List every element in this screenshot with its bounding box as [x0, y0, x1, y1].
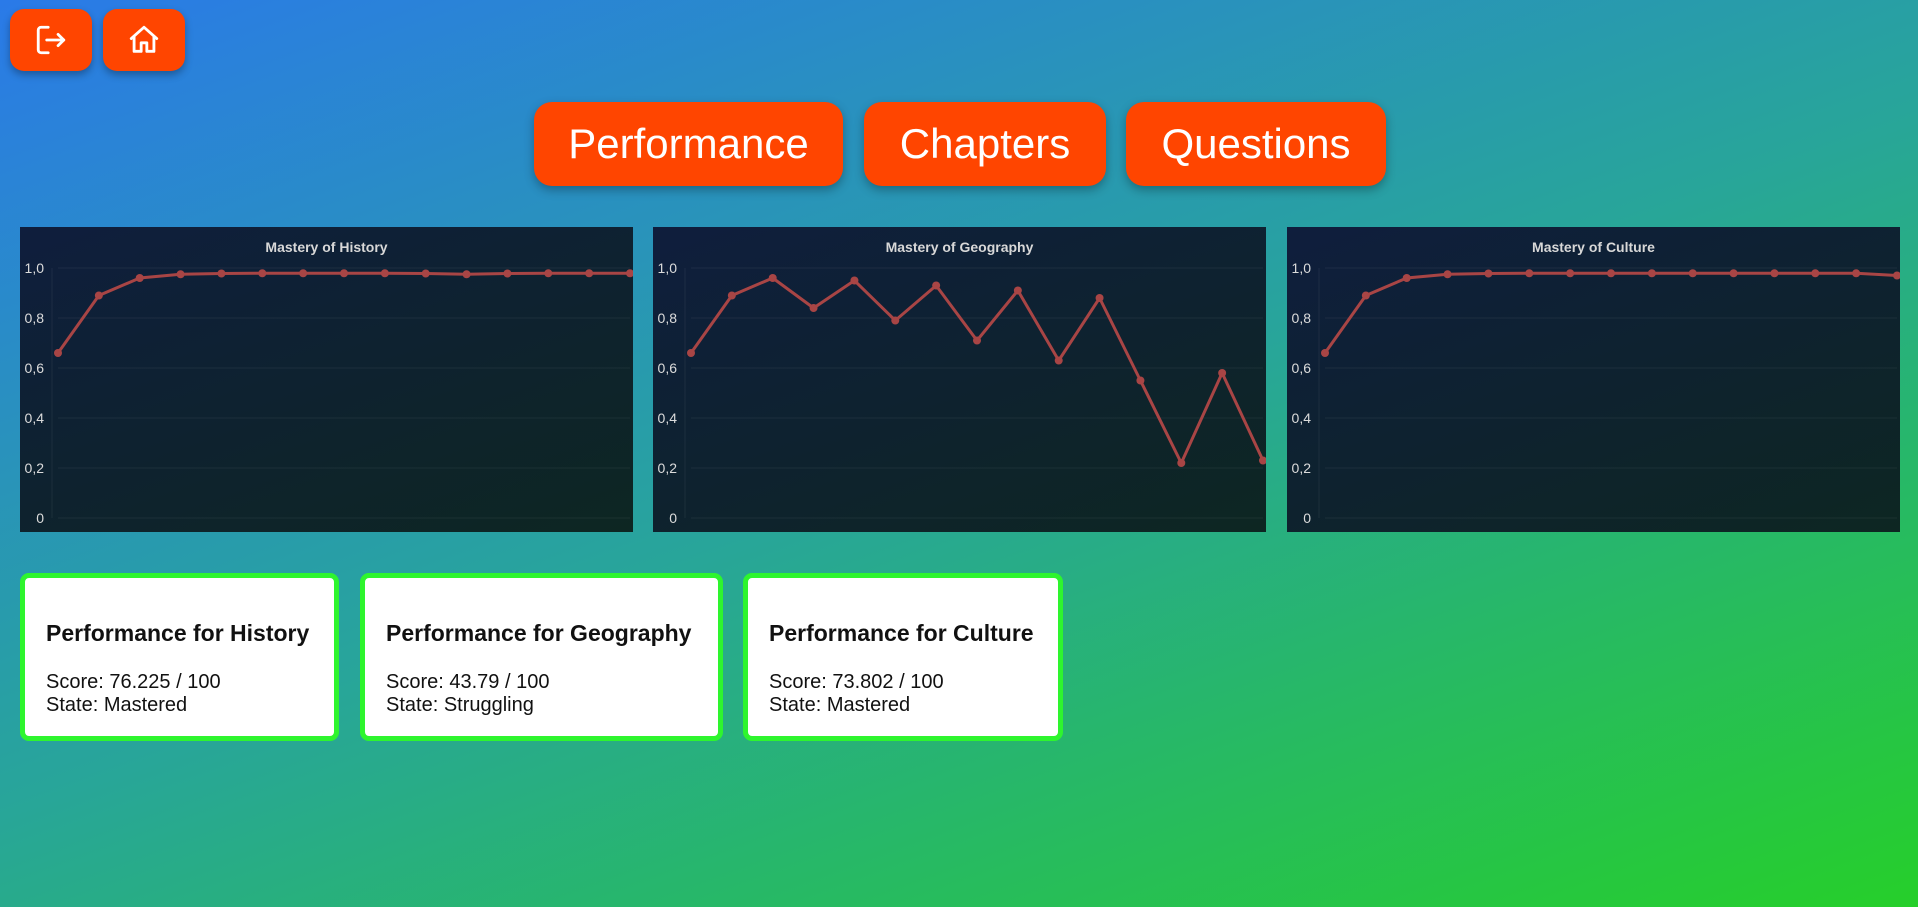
- card-state: State: Mastered: [769, 694, 911, 716]
- series-line: [689, 276, 1265, 467]
- data-point: [809, 304, 818, 312]
- data-point: [1566, 269, 1575, 278]
- card-title: Performance for Geography: [386, 620, 692, 646]
- data-point: [1095, 294, 1104, 302]
- logout-button[interactable]: [10, 9, 92, 71]
- history-chart: Mastery of History 1,0 0,8 0,6 0,4 0,2 0: [20, 227, 633, 532]
- data-point: [1770, 269, 1779, 278]
- card-state: State: Struggling: [386, 694, 534, 716]
- data-point: [94, 291, 103, 300]
- data-point: [1688, 269, 1697, 278]
- performance-card-geography: Performance for Geography Score: 43.79 /…: [360, 573, 723, 741]
- y-tick-label: 0,8: [658, 310, 678, 326]
- data-point: [1484, 269, 1493, 278]
- data-point: [973, 336, 981, 345]
- y-tick-label: 0,4: [1292, 410, 1312, 426]
- data-point: [1054, 356, 1063, 365]
- card-score: Score: 43.79 / 100: [386, 671, 550, 693]
- y-tick-label: 0,8: [25, 310, 45, 326]
- y-tick-label: 0: [669, 510, 677, 526]
- y-tick-label: 0: [36, 510, 44, 526]
- data-point: [687, 349, 695, 357]
- data-point: [421, 269, 430, 278]
- card-title: Performance for Culture: [769, 620, 1034, 646]
- data-point: [380, 269, 389, 278]
- series-line: [1323, 271, 1898, 354]
- y-tick-label: 1,0: [658, 260, 678, 276]
- data-point: [1361, 291, 1370, 300]
- y-tick-label: 1,0: [25, 260, 45, 276]
- data-point: [217, 269, 226, 278]
- data-point: [768, 274, 777, 282]
- data-point: [1136, 376, 1145, 385]
- y-tick-label: 0,2: [25, 460, 45, 476]
- data-point: [585, 269, 594, 278]
- data-point: [1893, 271, 1900, 280]
- y-tick-label: 0: [1303, 510, 1311, 526]
- culture-chart: Mastery of Culture 1,0 0,8 0,6 0,4 0,2 0: [1287, 227, 1900, 532]
- chart-title: Mastery of Culture: [1532, 239, 1655, 255]
- data-point: [54, 349, 62, 357]
- data-point: [1647, 269, 1656, 278]
- performance-card-history: Performance for History Score: 76.225 / …: [20, 573, 339, 741]
- data-point: [1525, 269, 1534, 278]
- data-point: [932, 281, 941, 290]
- y-tick-label: 0,6: [658, 360, 678, 376]
- logout-icon: [36, 25, 66, 55]
- y-tick-label: 0,6: [25, 360, 45, 376]
- y-tick-label: 0,6: [1292, 360, 1312, 376]
- data-point: [503, 269, 512, 278]
- y-tick-label: 0,2: [1292, 460, 1312, 476]
- data-point: [1218, 369, 1227, 377]
- data-point: [1402, 274, 1411, 282]
- card-score: Score: 76.225 / 100: [46, 671, 221, 693]
- data-point: [626, 269, 633, 278]
- y-tick-label: 0,4: [25, 410, 45, 426]
- tab-performance[interactable]: Performance: [534, 102, 843, 186]
- y-tick-label: 0,2: [658, 460, 678, 476]
- data-point: [1443, 270, 1452, 279]
- data-point: [544, 269, 553, 278]
- y-tick-label: 0,4: [658, 410, 678, 426]
- tab-questions[interactable]: Questions: [1126, 102, 1386, 186]
- data-point: [258, 269, 267, 278]
- data-point: [727, 291, 736, 300]
- geography-chart: Mastery of Geography 1,0 0,8 0,6 0,4 0,2 0: [653, 227, 1266, 532]
- series-line: [56, 271, 630, 354]
- home-button[interactable]: [103, 9, 185, 71]
- data-point: [891, 316, 900, 325]
- data-point: [176, 270, 185, 279]
- card-title: Performance for History: [46, 620, 310, 646]
- home-icon: [129, 25, 159, 53]
- card-score: Score: 73.802 / 100: [769, 671, 944, 693]
- data-point: [850, 276, 859, 285]
- data-point: [1607, 269, 1615, 278]
- data-point: [1177, 459, 1186, 467]
- data-point: [1321, 349, 1329, 357]
- card-state: State: Mastered: [46, 694, 188, 716]
- chart-title: Mastery of History: [265, 239, 387, 255]
- y-tick-label: 0,8: [1292, 310, 1312, 326]
- data-point: [340, 269, 348, 278]
- data-point: [1852, 269, 1861, 278]
- data-point: [1811, 269, 1820, 278]
- data-point: [1013, 286, 1022, 295]
- chart-title: Mastery of Geography: [886, 239, 1034, 255]
- data-point: [462, 270, 471, 279]
- tab-chapters[interactable]: Chapters: [864, 102, 1106, 186]
- y-tick-label: 1,0: [1292, 260, 1312, 276]
- data-point: [135, 274, 144, 282]
- data-point: [1729, 269, 1738, 278]
- performance-card-culture: Performance for Culture Score: 73.802 / …: [743, 573, 1063, 741]
- data-point: [299, 269, 308, 278]
